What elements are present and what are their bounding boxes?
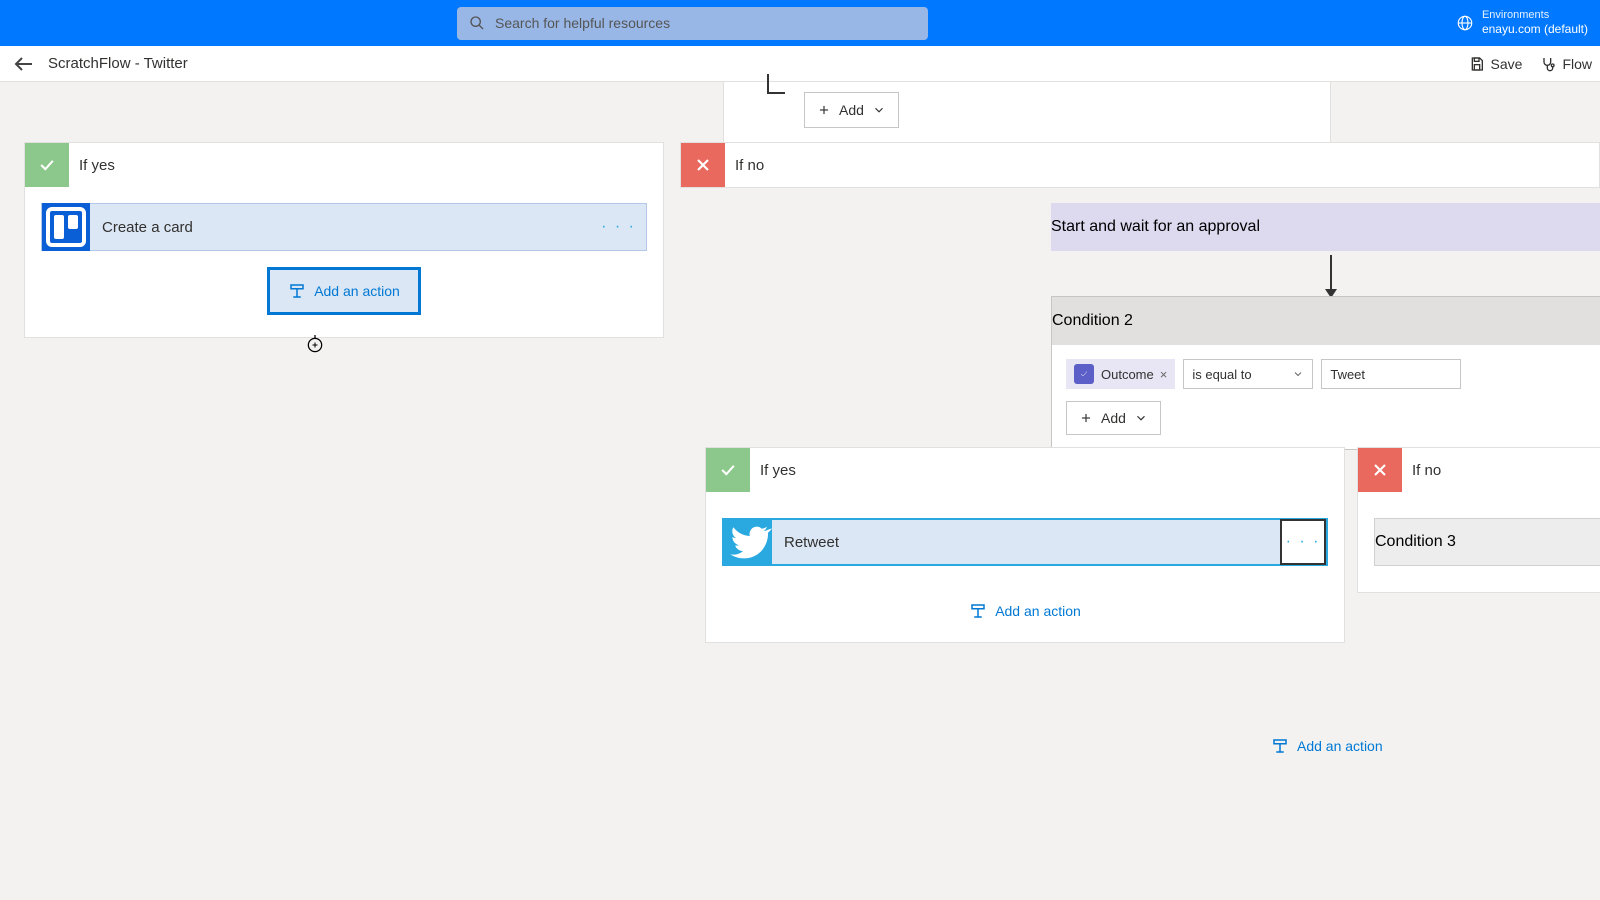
add-condition-row-button[interactable]: Add <box>804 92 899 128</box>
branch-header-yes: If yes <box>25 143 663 187</box>
top-bar: Environments enayu.com (default) <box>0 0 1600 46</box>
page-title: ScratchFlow - Twitter <box>48 55 188 72</box>
flow-checker-button[interactable]: Flow <box>1540 56 1592 72</box>
remove-token-button[interactable]: × <box>1160 367 1168 382</box>
check-icon <box>37 155 57 175</box>
save-button[interactable]: Save <box>1469 56 1523 72</box>
branch-header-no: If no <box>681 143 1599 187</box>
back-arrow-icon <box>12 52 36 76</box>
more-menu-button[interactable]: · · · <box>1280 519 1326 565</box>
condition-box-top: Add <box>723 82 1331 147</box>
condition-2-header: Condition 2 <box>1052 297 1600 345</box>
action-retweet[interactable]: Retweet · · · <box>722 518 1328 566</box>
add-condition-row-button-2[interactable]: Add <box>1066 401 1161 435</box>
operator-select[interactable]: is equal to <box>1183 359 1313 389</box>
plus-icon <box>1079 411 1093 425</box>
add-action-button-yes[interactable]: Add an action <box>267 267 421 315</box>
check-badge <box>706 448 750 492</box>
connector-line <box>767 74 785 94</box>
add-action-icon <box>969 602 987 620</box>
environment-label: Environments <box>1482 8 1588 22</box>
back-button[interactable] <box>12 52 36 76</box>
cross-icon <box>693 155 713 175</box>
globe-icon <box>1456 14 1474 32</box>
cross-badge <box>1358 448 1402 492</box>
save-icon <box>1469 56 1485 72</box>
chevron-down-icon <box>1134 411 1148 425</box>
condition-value-input[interactable]: Tweet <box>1321 359 1461 389</box>
environment-picker[interactable]: Environments enayu.com (default) <box>1456 8 1588 38</box>
add-action-button-bottom[interactable]: Add an action <box>1271 737 1383 755</box>
branch-if-yes: If yes Create a card · · · Add an action <box>24 142 664 338</box>
search-input[interactable] <box>495 15 916 31</box>
outcome-token[interactable]: Outcome × <box>1066 359 1175 389</box>
check-icon <box>718 460 738 480</box>
cross-badge <box>681 143 725 187</box>
chevron-down-icon <box>872 103 886 117</box>
breadcrumb-bar: ScratchFlow - Twitter Save Flow <box>0 46 1600 82</box>
check-badge <box>25 143 69 187</box>
condition-2-block[interactable]: Condition 2 Outcome × is equal to Tweet <box>1051 296 1600 450</box>
add-action-button-nested-yes[interactable]: Add an action <box>969 602 1081 620</box>
environment-name: enayu.com (default) <box>1482 22 1588 38</box>
add-action-icon <box>1271 737 1289 755</box>
trello-icon <box>42 203 90 251</box>
condition-3-block[interactable]: Condition 3 <box>1374 518 1600 566</box>
chevron-down-icon <box>1292 368 1304 380</box>
plus-icon <box>817 103 831 117</box>
search-box[interactable] <box>457 7 928 40</box>
branch-if-no: If no Start and wait for an approval <box>680 142 1600 188</box>
search-icon <box>469 15 485 31</box>
flow-canvas[interactable]: Add If yes Create a card · · · <box>0 82 1600 900</box>
action-start-approval[interactable]: Start and wait for an approval <box>1051 203 1600 251</box>
nested-branch-if-no: If no Condition 3 <box>1357 447 1600 593</box>
nested-branch-if-yes: If yes Retweet · · · Add an action <box>705 447 1345 643</box>
stethoscope-icon <box>1540 56 1556 72</box>
more-menu-button[interactable]: · · · <box>601 218 636 236</box>
add-action-icon <box>288 282 306 300</box>
twitter-icon <box>724 518 772 566</box>
cross-icon <box>1370 460 1390 480</box>
flow-arrow-icon <box>1330 255 1332 297</box>
action-create-card[interactable]: Create a card · · · <box>41 203 647 251</box>
